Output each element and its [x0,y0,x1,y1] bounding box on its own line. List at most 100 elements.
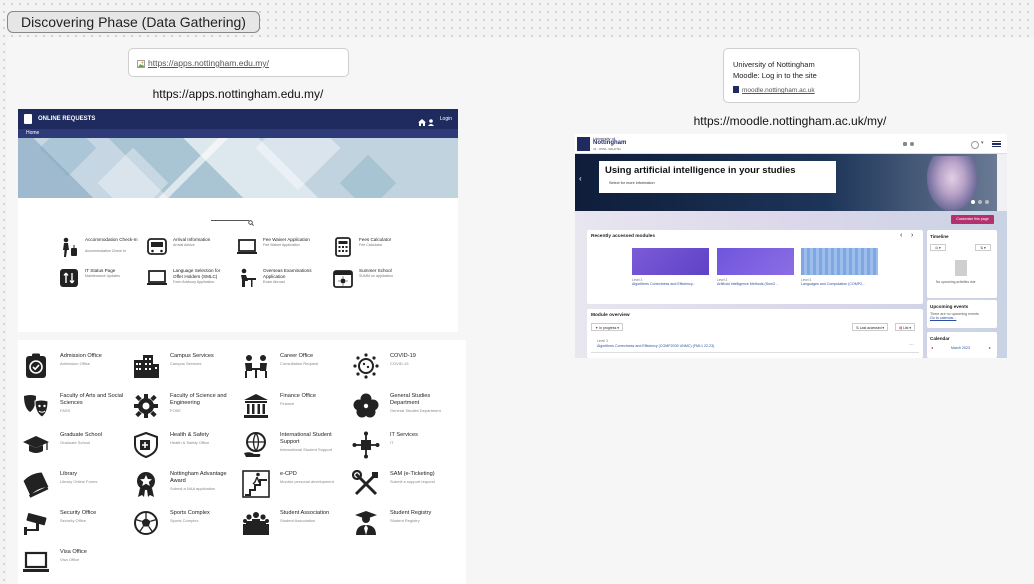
user-icon[interactable] [428,115,434,135]
or-login[interactable]: Login [440,109,452,129]
filter-dropdown[interactable]: ▼ In progress ▾ [591,323,623,331]
or-tile-sub: Form Advisory Application [173,280,215,284]
chevron-left-icon[interactable]: ‹ [579,174,582,183]
view-label: List [903,326,909,330]
chevron-right-icon[interactable]: › [911,232,913,239]
dir-item-fass[interactable]: Faculty of Arts and Social Sciences FASS [18,392,128,428]
dir-sub: Consultation Request [280,361,319,366]
dir-item-security[interactable]: Security Office Security Office [18,509,128,545]
dir-item-student-association[interactable]: Student Association Student Association [238,509,348,545]
calendar-link[interactable]: Go to calendar... [927,316,997,320]
module-card[interactable]: Level 3 Artificial Intelligence Methods … [717,248,794,286]
dir-item-fose[interactable]: Faculty of Science and Engineering FOSE [128,392,238,428]
or-search-input[interactable] [211,213,249,221]
or-tile-overseas-exams[interactable]: Overseas Examinations Application Exam A… [236,267,324,293]
group-icon [243,512,269,535]
or-tile-summer-school[interactable]: Summer School SUMM on application [332,267,420,293]
dir-item-general-studies[interactable]: General Studies Department General Studi… [348,392,458,428]
menu-icon[interactable] [992,141,1001,147]
dir-item-ecpd[interactable]: e-CPD Monitor personal development [238,470,348,506]
or-nav-home[interactable]: Home [18,129,458,138]
dir-item-naa[interactable]: Nottingham Advantage Award Submit a NAA … [128,470,238,506]
moodle-logo[interactable]: University of Nottingham UK · CHINA · MA… [577,136,626,152]
dir-sub: Campus Services [170,361,202,366]
or-tile-title: Summer School [359,268,392,273]
moodle-title-1: University of Nottingham [733,60,815,69]
or-tile-fees-calculator[interactable]: Fees Calculator Fee Calculator [332,236,420,262]
overview-divider [591,352,919,353]
dir-item-student-registry[interactable]: Student Registry Student Registry [348,509,458,545]
hero-subtitle: Select for more information [609,181,655,185]
chevron-down-icon[interactable]: ▾ [981,140,984,146]
timeline-date-filter[interactable]: ⊙ ▾ [930,244,946,251]
chevron-left-icon[interactable]: ‹ [900,232,902,239]
or-tile-title: Overseas Examinations Application [263,268,312,279]
dir-item-sports[interactable]: Sports Complex Sports Complex [128,509,238,545]
or-tile-accommodation[interactable]: Accommodation Check-In Accommodation Che… [58,236,146,262]
dir-item-career[interactable]: Career Office Consultation Request [238,352,348,388]
dir-item-finance[interactable]: Finance Office Finance [238,392,348,428]
dir-sub: Health & Safety Office [170,440,210,445]
or-tile-sub: Accommodation Check In [85,249,126,253]
list-icon: ▤ [899,326,903,330]
or-tile-language[interactable]: Language Selection for Offer Holders (SM… [146,267,234,293]
moodle-hero-banner[interactable]: ‹ Using artificial intelligence in your … [575,154,997,211]
overview-module-link[interactable]: Algorithms Correctness and Efficiency (C… [597,344,714,348]
dir-item-it-services[interactable]: IT Services IT [348,431,458,467]
section-title: Discovering Phase (Data Gathering) [7,11,260,33]
logo-line-3: UK · CHINA · MALAYSIA [593,148,621,151]
moodle-domain[interactable]: moodle.nottingham.ac.uk [742,87,815,94]
apps-link-card[interactable]: https://apps.nottingham.edu.my/ [128,48,349,77]
moodle-favicon-icon [733,86,739,94]
dir-item-sam[interactable]: SAM (e-Ticketing) Submit a support reque… [348,470,458,506]
home-icon[interactable] [418,115,426,135]
dir-item-visa[interactable]: Visa Office Visa Office [18,548,128,584]
dir-item-campus-services[interactable]: Campus Services Campus Services [128,352,238,388]
or-tile-arrival[interactable]: Arrival Information Arrival Advice [146,236,234,262]
dir-sub: Finance [280,401,295,406]
module-card[interactable]: Level 3 Algorithms Correctness and Effic… [632,248,709,286]
hero-title: Using artificial intelligence in your st… [605,165,796,176]
module-name: Algorithms Correctness and Efficiency... [632,282,696,286]
apps-url[interactable]: https://apps.nottingham.edu.my/ [148,58,269,68]
bus-icon [147,238,167,255]
timeline-sort-filter[interactable]: ⇅ ▾ [975,244,991,251]
moodle-title-2: Moodle: Log in to the site [733,71,817,80]
customise-page-button[interactable]: Customise this page [951,215,994,224]
dir-title: Health & Safety [170,432,209,438]
moodle-link-card[interactable]: University of Nottingham Moodle: Log in … [723,48,860,103]
dir-title: e-CPD [280,471,297,477]
calendar-next-icon[interactable]: ▸ [989,345,991,350]
or-tile-sub: Exam Abroad [263,280,285,284]
or-tile-fee-waiver[interactable]: Fee Waiver Application Fee Waiver Applic… [236,236,324,262]
tools-icon [352,470,378,496]
luggage-person-icon [63,237,77,257]
clipboard-check-icon [26,353,46,378]
more-options-icon[interactable]: ⋯ [909,342,914,348]
dir-title: Security Office [60,510,97,516]
dir-item-library[interactable]: Library Library Online Forms [18,470,128,506]
dir-item-international[interactable]: International Student Support Internatio… [238,431,348,467]
dir-item-admission[interactable]: Admission Office Admission Office [18,352,128,388]
messages-icon[interactable] [910,142,914,146]
module-overview-card: Module overview ▼ In progress ▾ ⇅ Last a… [587,309,923,358]
view-dropdown[interactable]: ▤ List ▾ [895,323,916,331]
module-card[interactable]: Level 3 Languages and Computation (COMP2… [801,248,878,286]
moodle-topbar: University of Nottingham UK · CHINA · MA… [575,134,1007,154]
sort-dropdown[interactable]: ⇅ Last accessed ▾ [852,323,889,331]
module-image [632,248,709,275]
dir-title: General Studies Department [390,393,431,406]
notifications-icon[interactable] [903,142,907,146]
dir-item-covid[interactable]: COVID-19 COVID-19 [348,352,458,388]
avatar[interactable] [971,141,979,149]
or-tile-it-status[interactable]: IT Status Page Maintenance Updates [58,267,146,293]
dir-item-graduate-school[interactable]: Graduate School Graduate School [18,431,128,467]
search-icon[interactable] [248,213,254,231]
dir-title: Visa Office [60,549,87,555]
calendar-prev-icon[interactable]: ◂ [931,345,933,350]
dir-sub: Library Online Forms [60,479,98,484]
calculator-icon [335,237,351,257]
dir-title: Sports Complex [170,510,210,516]
carousel-dots[interactable] [971,200,993,204]
dir-item-health-safety[interactable]: Health & Safety Health & Safety Office [128,431,238,467]
